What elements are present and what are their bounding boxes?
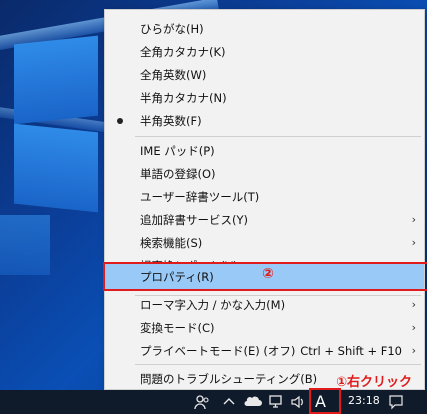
menu-item-shortcut: Ctrl + Shift + F10	[300, 344, 402, 358]
menu-item-hankaku-katakana[interactable]: 半角カタカナ(N)	[105, 87, 424, 109]
submenu-arrow-icon: ›	[411, 298, 416, 311]
menu-item-label: ローマ字入力 / かな入力(M)	[140, 298, 286, 312]
menu-item-hankaku-eisu[interactable]: 半角英数(F)	[105, 110, 424, 132]
menu-item-user-dictionary[interactable]: ユーザー辞書ツール(T)	[105, 186, 424, 208]
network-icon[interactable]	[268, 394, 284, 415]
menu-item-label: 半角カタカナ(N)	[140, 91, 227, 105]
windows-logo-pane	[14, 123, 98, 213]
menu-item-label: ユーザー辞書ツール(T)	[140, 190, 260, 204]
volume-icon[interactable]	[290, 394, 306, 415]
clock-time[interactable]: 23:18	[348, 394, 380, 407]
menu-item-zenkaku-katakana[interactable]: 全角カタカナ(K)	[105, 41, 424, 63]
menu-item-label: 変換モード(C)	[140, 321, 215, 335]
windows-logo-pane	[14, 35, 98, 125]
menu-item-label: 検索機能(S)	[140, 236, 203, 250]
menu-item-additional-dictionary[interactable]: 追加辞書サービス(Y) ›	[105, 209, 424, 231]
submenu-arrow-icon: ›	[411, 213, 416, 226]
menu-item-label: 全角英数(W)	[140, 68, 207, 82]
menu-item-label: 問題のトラブルシューティング(B)	[140, 372, 318, 386]
annotation-step1: ①右クリック	[336, 375, 413, 390]
menu-item-private-mode[interactable]: プライベートモード(E) (オフ) Ctrl + Shift + F10 ›	[105, 340, 424, 362]
menu-item-conversion-mode[interactable]: 変換モード(C) ›	[105, 317, 424, 339]
annotation-step2: ②	[262, 266, 274, 282]
menu-item-label: プライベートモード(E) (オフ)	[140, 344, 296, 358]
menu-item-zenkaku-eisu[interactable]: 全角英数(W)	[105, 64, 424, 86]
menu-separator	[135, 364, 421, 365]
menu-item-word-register[interactable]: 単語の登録(O)	[105, 163, 424, 185]
windows-logo-pane	[0, 215, 50, 275]
menu-item-search[interactable]: 検索機能(S) ›	[105, 232, 424, 254]
submenu-arrow-icon: ›	[411, 236, 416, 249]
submenu-arrow-icon: ›	[411, 321, 416, 334]
menu-item-label: 半角英数(F)	[140, 114, 202, 128]
menu-item-label: IME パッド(P)	[140, 144, 215, 158]
people-icon[interactable]	[194, 394, 210, 415]
submenu-arrow-icon: ›	[411, 344, 416, 357]
menu-item-romaji-kana[interactable]: ローマ字入力 / かな入力(M) ›	[105, 294, 424, 316]
notification-icon[interactable]	[388, 394, 404, 415]
ime-context-menu: ひらがな(H) 全角カタカナ(K) 全角英数(W) 半角カタカナ(N) 半角英数…	[104, 9, 425, 390]
menu-item-label: 単語の登録(O)	[140, 167, 216, 181]
menu-item-hiragana[interactable]: ひらがな(H)	[105, 18, 424, 40]
menu-item-ime-pad[interactable]: IME パッド(P)	[105, 140, 424, 162]
ime-mode-indicator[interactable]: A	[315, 392, 326, 411]
selected-bullet-icon	[117, 118, 123, 124]
menu-separator	[135, 136, 421, 137]
menu-item-label: 全角カタカナ(K)	[140, 45, 226, 59]
onedrive-icon[interactable]	[244, 394, 262, 413]
menu-item-label: ひらがな(H)	[140, 22, 204, 36]
chevron-up-icon[interactable]	[222, 394, 236, 413]
menu-item-label: 追加辞書サービス(Y)	[140, 213, 248, 227]
